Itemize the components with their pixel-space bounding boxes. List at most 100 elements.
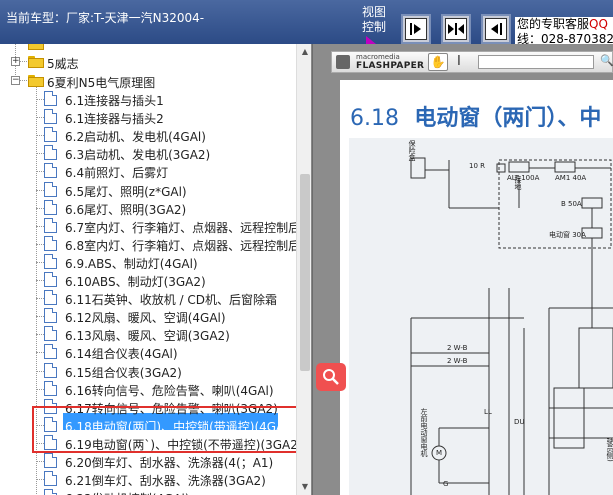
- tree-item-label: 6.10ABS、制动灯(3GA2): [65, 275, 206, 289]
- tree-item-label: 6.1连接器与插头1: [65, 94, 164, 108]
- tree-item-label: 6.22发动机控制(4GAl): [65, 490, 190, 495]
- tree-item-label: 6.12风扇、暖风、空调(4GAl): [65, 311, 226, 325]
- tree-item-label: 6夏利N5电气原理图: [47, 76, 156, 90]
- logo-text-line1: macromedia: [356, 53, 400, 61]
- top-bar: 当前车型：厂家:T-天津一汽N32004- 视图 控制 您的专职客服QQ 线：0…: [0, 0, 613, 44]
- tree-item-label: 6.20倒车灯、刮水器、洗涤器(4(；A1): [65, 456, 274, 470]
- tree-item-label: 6.16转向信号、危险告警、喇叭(4GAl): [65, 384, 274, 398]
- flashpaper-logo-icon: [336, 55, 350, 69]
- tree-item[interactable]: 6.12风扇、暖风、空调(4GAl): [0, 307, 296, 325]
- zoom-button[interactable]: [316, 363, 346, 391]
- tree-item-label: 6.1连接器与插头2: [65, 112, 164, 126]
- fuse-am1-label: AM1 40A: [555, 174, 587, 182]
- wire-label-wb1: 2 W-B: [447, 344, 468, 352]
- tree-item-6[interactable]: − 6夏利N5电气原理图: [0, 72, 296, 90]
- search-input[interactable]: [478, 55, 594, 69]
- page-title-text: 电动窗（两门）、中: [414, 106, 602, 131]
- tree-item[interactable]: 6.1连接器与插头2: [0, 108, 296, 126]
- view-control-label: 视图 控制: [362, 5, 392, 35]
- tree-item[interactable]: 6.13风扇、暖风、空调(3GA2): [0, 325, 296, 343]
- fuse-alt-label: ALT 100A: [507, 174, 540, 182]
- wire-label-g: G: [443, 480, 449, 488]
- tree-item-label: 6.2启动机、发电机(4GAl): [65, 130, 206, 144]
- document-icon: [44, 163, 57, 178]
- wiring-lines: [410, 157, 613, 495]
- tree-item-label: 6.21倒车灯、刮水器、洗涤器(3GA2): [65, 474, 266, 488]
- expand-panel-button[interactable]: [401, 14, 431, 44]
- tree-item[interactable]: 6.5尾灯、照明(z*GAl): [0, 181, 296, 199]
- tree-item[interactable]: 6.6尾灯、照明(3GA2): [0, 199, 296, 217]
- page-title-number: 6.18: [350, 106, 399, 131]
- tree-item-label: 6.7室内灯、行李箱灯、点烟器、远程控制后视镜: [65, 221, 312, 235]
- tree-item-label: 6.4前照灯、后雾灯: [65, 166, 169, 180]
- wiring-diagram: 保险盒 接地 10 R ALT 100A AM1 40A B 50A 电动窗 3…: [349, 138, 613, 495]
- document-icon: [44, 127, 57, 142]
- scroll-down-arrow[interactable]: ▼: [297, 479, 311, 495]
- tree-item[interactable]: 6.20倒车灯、刮水器、洗涤器(4(；A1): [0, 452, 296, 470]
- tree-item[interactable]: 6.22发动机控制(4GAl): [0, 488, 296, 495]
- document-icon: [44, 200, 57, 215]
- document-icon: [44, 489, 57, 495]
- document-icon: [44, 218, 57, 233]
- scroll-thumb[interactable]: [300, 174, 310, 371]
- document-icon: [44, 254, 57, 269]
- tree-item[interactable]: 6.7室内灯、行李箱灯、点烟器、远程控制后视镜: [0, 217, 311, 235]
- tree-scrollbar[interactable]: ▲ ▼: [296, 44, 311, 495]
- hand-tool-icon[interactable]: ✋: [428, 53, 448, 71]
- collapse-panel-button[interactable]: [481, 14, 511, 44]
- fuse-power-window-label: 电动窗 30A: [549, 231, 586, 239]
- document-icon: [44, 363, 57, 378]
- viewer-toolbar: macromedia FLASHPAPER ✋ I 🔍: [331, 51, 613, 73]
- document-icon: [44, 182, 57, 197]
- logo-text-line2: FLASHPAPER: [356, 61, 425, 71]
- tree-item[interactable]: 6.15组合仪表(3GA2): [0, 362, 296, 380]
- tree-item[interactable]: 6.1连接器与插头1: [0, 90, 296, 108]
- tree-item-label: 6.5尾灯、照明(z*GAl): [65, 185, 187, 199]
- tree-item-label: 6.15组合仪表(3GA2): [65, 366, 182, 380]
- tree-item[interactable]: 6.9.ABS、制动灯(4GAl): [0, 253, 296, 271]
- document-icon: [44, 326, 57, 341]
- wire-label-ll: LL: [484, 408, 492, 416]
- tree-item[interactable]: 6.16转向信号、危险告警、喇叭(4GAl): [0, 380, 296, 398]
- wire-label-10r: 10 R: [469, 162, 485, 170]
- tree-panel: + 5威志 − 6夏利N5电气原理图 6.1连接器与插头1 6.1连接器与插头2 6…: [0, 44, 312, 495]
- document-icon: [44, 290, 57, 305]
- split-arrows-icon: [448, 23, 464, 35]
- tree-item[interactable]: 6.14组合仪表(4GAl): [0, 343, 296, 361]
- document-page: 6.18 电动窗（两门）、中 保险盒 接地 10 R ALT 100A AM1 …: [340, 80, 613, 495]
- tree-item[interactable]: 6.21倒车灯、刮水器、洗涤器(3GA2): [0, 470, 296, 488]
- contact-phone: 线：028-870382D: [517, 32, 613, 44]
- document-icon: [44, 91, 57, 106]
- fuse-b50-label: B 50A: [561, 200, 582, 208]
- view-control-line2: 控制: [362, 20, 387, 34]
- view-indicator-icon: [366, 36, 376, 44]
- collapse-icon[interactable]: −: [11, 76, 20, 85]
- tree-item-5[interactable]: + 5威志: [0, 53, 296, 71]
- document-icon: [44, 236, 57, 251]
- tree-item[interactable]: 6.10ABS、制动灯(3GA2): [0, 271, 296, 289]
- document-icon: [44, 272, 57, 287]
- motor-label: 左前电动窗电机: [420, 408, 428, 457]
- tree-item-label: 6.6尾灯、照明(3GA2): [65, 203, 187, 217]
- expand-icon[interactable]: +: [11, 57, 20, 66]
- tree-item-label: 6.14组合仪表(4GAl): [65, 347, 178, 361]
- tree-item[interactable]: 6.3启动机、发电机(3GA2): [0, 144, 296, 162]
- contact-qq[interactable]: QQ: [589, 17, 608, 31]
- tree-item[interactable]: 6.4前照灯、后雾灯: [0, 162, 296, 180]
- search-icon[interactable]: 🔍: [600, 54, 613, 67]
- scroll-up-arrow[interactable]: ▲: [297, 44, 311, 60]
- tree-item[interactable]: 6.11石英钟、收放机 / CD机、后窗除霜: [0, 289, 296, 307]
- folder-icon: [28, 56, 44, 68]
- text-select-icon[interactable]: I: [457, 54, 461, 69]
- document-icon: [44, 453, 57, 468]
- tree-item[interactable]: 6.8室内灯、行李箱灯、点烟器、远程控制后视镜: [0, 235, 311, 253]
- tree-item-label: 6.13风扇、暖风、空调(3GA2): [65, 329, 230, 343]
- highlight-box: [32, 406, 299, 453]
- document-icon: [44, 471, 57, 486]
- split-view-button[interactable]: [441, 14, 471, 44]
- wire-label-du: DU: [514, 418, 525, 426]
- document-icon: [44, 381, 57, 396]
- wire-label-wb2: 2 W-B: [447, 357, 468, 365]
- tree-item[interactable]: 6.2启动机、发电机(4GAl): [0, 126, 296, 144]
- document-icon: [44, 145, 57, 160]
